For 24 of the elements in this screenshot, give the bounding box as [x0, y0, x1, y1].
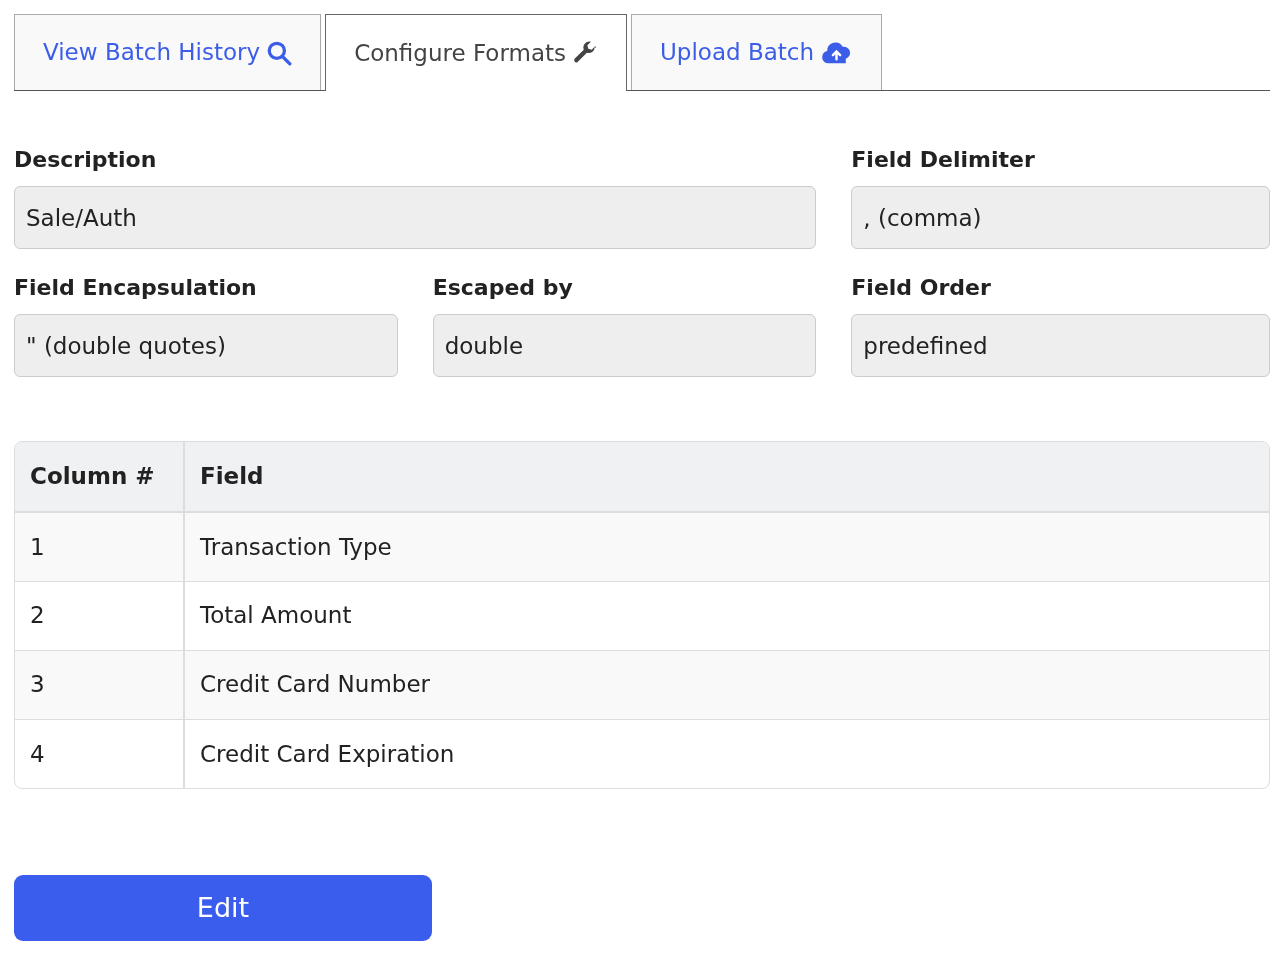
table-cell: 4	[15, 719, 184, 788]
table-cell: Transaction Type	[184, 512, 1269, 581]
field-label: Field Delimiter	[851, 146, 1036, 174]
field-label: Escaped by	[432, 274, 574, 302]
table-cell: Credit Card Number	[184, 650, 1269, 719]
tab[interactable]: Upload Batch	[631, 14, 882, 90]
field-label: Field Order	[851, 274, 992, 302]
search-icon	[266, 39, 293, 66]
table-cell: Credit Card Expiration	[184, 719, 1269, 788]
tab[interactable]: Configure Formats	[325, 14, 627, 91]
column-header: Field	[184, 442, 1269, 512]
input-field[interactable]: predefined	[851, 314, 1270, 377]
input-field[interactable]: double	[432, 314, 817, 377]
edit-button[interactable]: Edit	[14, 875, 432, 941]
cloud-upload-icon	[820, 39, 853, 66]
column-header: Column #	[15, 442, 184, 512]
table-cell: 1	[15, 512, 184, 581]
table-cell: 3	[15, 650, 184, 719]
tab[interactable]: View Batch History	[14, 14, 322, 90]
input-field[interactable]: , (comma)	[851, 186, 1270, 249]
field-label: Field Encapsulation	[14, 274, 258, 302]
field-label: Description	[14, 146, 158, 174]
input-field[interactable]: " (double quotes)	[14, 314, 398, 377]
input-field[interactable]: Sale/Auth	[14, 186, 817, 249]
